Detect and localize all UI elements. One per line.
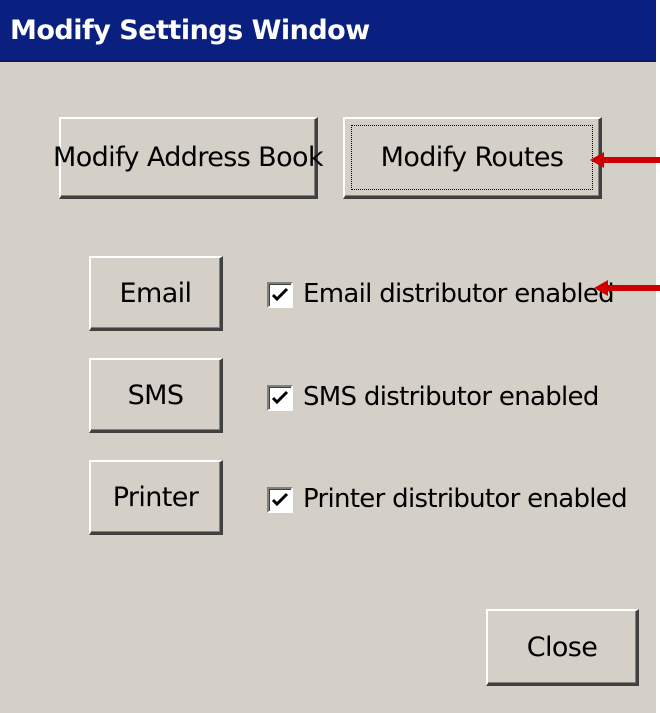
close-button[interactable]: Close [486, 609, 639, 686]
email-button[interactable]: Email [89, 256, 223, 331]
email-distributor-checkbox[interactable] [267, 282, 293, 308]
checkmark-icon [271, 390, 289, 405]
printer-distributor-label: Printer distributor enabled [303, 484, 628, 514]
left-arrow-icon [590, 152, 660, 168]
email-distributor-label: Email distributor enabled [303, 279, 615, 309]
sms-button[interactable]: SMS [89, 358, 223, 433]
checkmark-icon [271, 492, 289, 507]
focus-ring [351, 125, 593, 190]
printer-button-label: Printer [112, 481, 199, 513]
close-button-label: Close [526, 631, 598, 663]
checkmark-icon [271, 287, 289, 302]
sms-distributor-label: SMS distributor enabled [303, 382, 599, 412]
modify-address-book-label: Modify Address Book [53, 142, 324, 173]
modify-address-book-button[interactable]: Modify Address Book [53, 117, 324, 199]
modify-routes-button[interactable]: Modify Routes [343, 117, 602, 199]
sms-button-label: SMS [127, 379, 184, 411]
printer-distributor-checkbox[interactable] [267, 487, 293, 513]
email-button-label: Email [119, 277, 193, 309]
sms-distributor-checkbox[interactable] [267, 385, 293, 411]
left-arrow-icon [594, 280, 660, 296]
title-bar[interactable]: Modify Settings Window [0, 0, 656, 62]
modify-settings-window: Modify Settings Window Modify Address Bo… [0, 0, 660, 713]
printer-button[interactable]: Printer [89, 460, 223, 535]
